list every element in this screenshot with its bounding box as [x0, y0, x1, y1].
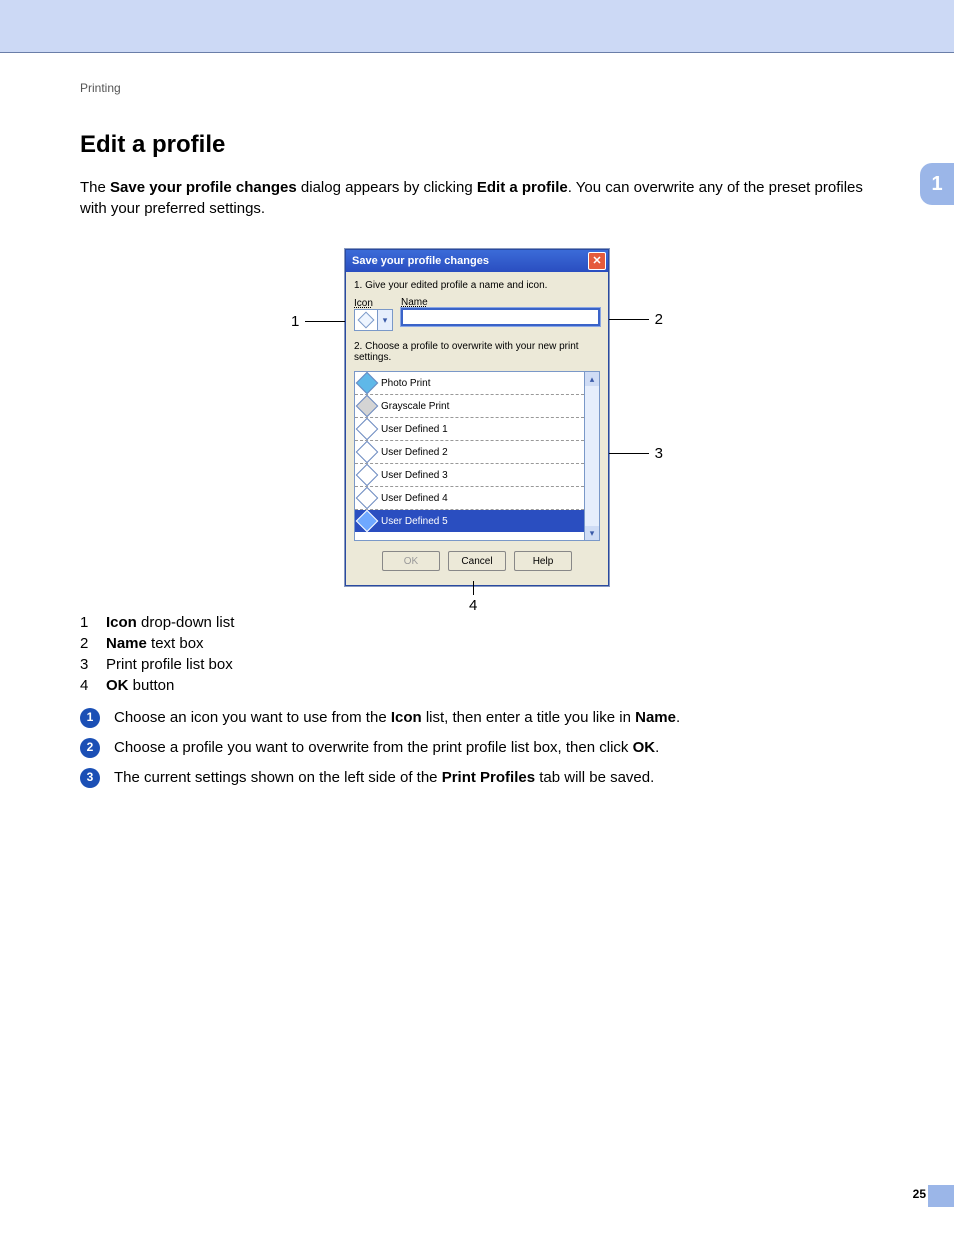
text-bold: Name	[635, 709, 676, 726]
text-bold: Save your profile changes	[110, 179, 297, 196]
list-item-label: User Defined 2	[381, 447, 448, 458]
text: text box	[147, 635, 204, 652]
profile-listbox[interactable]: Photo Print Grayscale Print User Defined…	[354, 371, 585, 541]
list-item[interactable]: Photo Print	[355, 372, 584, 395]
dialog-titlebar[interactable]: Save your profile changes ✕	[346, 250, 608, 272]
legend-number: 2	[80, 635, 92, 652]
diamond-icon	[356, 510, 379, 533]
text-bold: Icon	[391, 709, 422, 726]
step-list: 1 Choose an icon you want to use from th…	[80, 708, 874, 788]
list-item[interactable]: Grayscale Print	[355, 395, 584, 418]
list-item[interactable]: User Defined 1	[355, 418, 584, 441]
page-number: 25	[913, 1187, 926, 1201]
list-item-label: User Defined 4	[381, 493, 448, 504]
dialog-step1-label: 1. Give your edited profile a name and i…	[354, 280, 600, 291]
dialog-title: Save your profile changes	[352, 255, 489, 267]
icon-dropdown-button[interactable]: ▾	[378, 309, 393, 331]
text: button	[129, 677, 175, 694]
text-bold: OK	[633, 739, 656, 756]
icon-dropdown-preview[interactable]	[354, 309, 378, 331]
text-bold: Print Profiles	[442, 769, 535, 786]
page-number-stripe	[928, 1185, 954, 1207]
text-bold: Name	[106, 635, 147, 652]
scroll-up-icon[interactable]: ▴	[585, 372, 599, 386]
text: dialog appears by clicking	[297, 179, 477, 196]
diamond-icon	[356, 464, 379, 487]
breadcrumb: Printing	[80, 81, 874, 95]
help-button[interactable]: Help	[514, 551, 572, 571]
icon-field-label: Icon	[354, 298, 393, 309]
list-item-selected[interactable]: User Defined 5	[355, 510, 584, 532]
dialog-figure: 1 2 3 4 Save your profile changes ✕ 1. G…	[297, 249, 657, 586]
list-item-label: Grayscale Print	[381, 401, 449, 412]
text: drop-down list	[137, 614, 235, 631]
page-body: Printing 1 Edit a profile The Save your …	[0, 52, 954, 1221]
list-item-label: User Defined 1	[381, 424, 448, 435]
text: The	[80, 179, 110, 196]
text: .	[655, 739, 659, 756]
step-badge-1: 1	[80, 708, 100, 728]
chapter-tab: 1	[920, 163, 954, 205]
cancel-button[interactable]: Cancel	[448, 551, 506, 571]
legend-number: 4	[80, 677, 92, 694]
name-field-label: Name	[401, 297, 600, 308]
diamond-icon	[356, 372, 379, 395]
list-item-label: User Defined 5	[381, 516, 448, 527]
step-badge-3: 3	[80, 768, 100, 788]
text: Choose an icon you want to use from the	[114, 709, 391, 726]
callout-2: 2	[655, 311, 663, 328]
diamond-icon	[356, 487, 379, 510]
text: .	[676, 709, 680, 726]
diamond-icon	[356, 395, 379, 418]
dialog-step2-label: 2. Choose a profile to overwrite with yo…	[354, 341, 600, 363]
save-profile-dialog: Save your profile changes ✕ 1. Give your…	[345, 249, 609, 586]
text: tab will be saved.	[535, 769, 654, 786]
page-title: Edit a profile	[80, 131, 874, 159]
text: The current settings shown on the left s…	[114, 769, 442, 786]
list-item-label: User Defined 3	[381, 470, 448, 481]
listbox-scrollbar[interactable]: ▴ ▾	[585, 371, 600, 541]
step-badge-2: 2	[80, 738, 100, 758]
legend-number: 1	[80, 614, 92, 631]
callout-4: 4	[469, 597, 477, 614]
text: list, then enter a title you like in	[422, 709, 635, 726]
intro-paragraph: The Save your profile changes dialog app…	[80, 177, 874, 219]
text: Choose a profile you want to overwrite f…	[114, 739, 633, 756]
name-input[interactable]	[401, 308, 600, 326]
callout-1: 1	[291, 313, 299, 330]
list-item[interactable]: User Defined 2	[355, 441, 584, 464]
legend-number: 3	[80, 656, 92, 673]
ok-button[interactable]: OK	[382, 551, 440, 571]
close-icon[interactable]: ✕	[588, 252, 606, 270]
diamond-icon	[356, 441, 379, 464]
callout-3: 3	[655, 445, 663, 462]
list-item[interactable]: User Defined 3	[355, 464, 584, 487]
text-bold: Edit a profile	[477, 179, 568, 196]
diamond-icon	[358, 312, 375, 329]
text-bold: OK	[106, 677, 129, 694]
list-item-label: Photo Print	[381, 378, 430, 389]
figure-legend: 1 Icon drop-down list 2 Name text box 3 Pri…	[80, 614, 874, 694]
diamond-icon	[356, 418, 379, 441]
scroll-down-icon[interactable]: ▾	[585, 526, 599, 540]
top-banner	[0, 0, 954, 52]
list-item[interactable]: User Defined 4	[355, 487, 584, 510]
text-bold: Icon	[106, 614, 137, 631]
text: Print profile list box	[106, 656, 233, 673]
